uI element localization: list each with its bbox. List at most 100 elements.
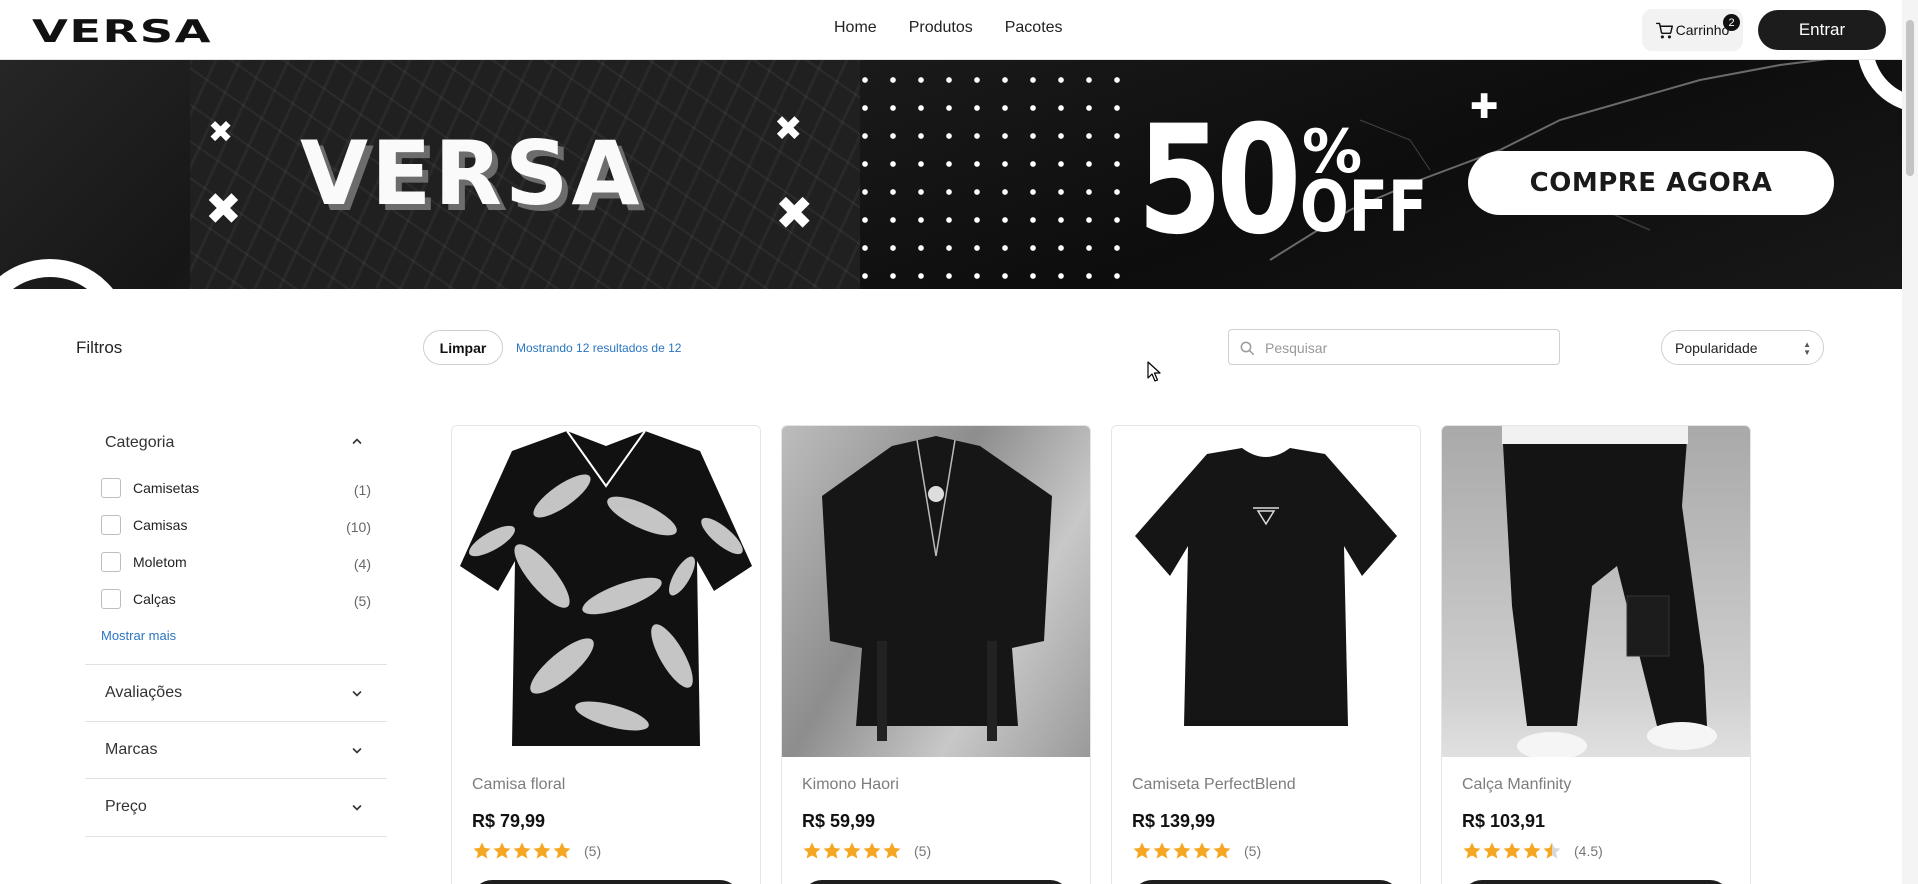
category-list: Camisetas (1) Camisas (10) Moletom (4) C… [101, 474, 371, 622]
main-nav: Home Produtos Pacotes [834, 19, 1063, 37]
buy-now-button[interactable]: COMPRE AGORA [1468, 151, 1834, 215]
rating-count: (5) [914, 843, 932, 859]
show-more-link[interactable]: Mostrar mais [101, 628, 176, 643]
chevron-down-icon [352, 805, 362, 811]
product-image[interactable] [452, 426, 760, 757]
category-item-calcas[interactable]: Calças (5) [101, 585, 371, 622]
sort-selected-value: Popularidade [1675, 339, 1758, 356]
filter-section-marcas[interactable]: Marcas [85, 721, 387, 778]
product-name[interactable]: Kimono Haori [802, 776, 899, 794]
ring-decoration-right [1858, 60, 1902, 109]
star-icon [493, 842, 511, 859]
search-input[interactable] [1265, 337, 1550, 359]
product-image[interactable] [1442, 426, 1750, 757]
add-to-cart-button[interactable] [1462, 880, 1730, 884]
chevron-up-icon[interactable] [350, 434, 364, 448]
chevron-down-icon [352, 748, 362, 754]
search-box[interactable] [1228, 329, 1560, 365]
filter-section-label: Marcas [105, 741, 158, 758]
star-icon [863, 842, 881, 859]
category-item-moletom[interactable]: Moletom (4) [101, 548, 371, 585]
nav-home[interactable]: Home [834, 19, 877, 37]
dots-pattern [845, 60, 1127, 289]
plus-decoration: ✚ [1470, 87, 1499, 127]
cart-button[interactable]: Carrinho 2 [1642, 9, 1743, 51]
category-checkbox[interactable] [101, 589, 121, 609]
scrollbar-thumb[interactable] [1906, 20, 1914, 176]
filter-section-label: Preço [105, 798, 147, 815]
star-icon [803, 842, 821, 859]
product-image[interactable] [782, 426, 1090, 757]
product-rating: (4.5) [1462, 841, 1603, 861]
promo-banner[interactable]: ✖ ✖ ✖ ✖ ✚ VERSA 50 % OFF COMPRE AGORA [0, 60, 1902, 289]
rating-count: (5) [584, 843, 602, 859]
product-price: R$ 139,99 [1132, 811, 1216, 831]
category-item-camisas[interactable]: Camisas (10) [101, 511, 371, 548]
category-item-camisetas[interactable]: Camisetas (1) [101, 474, 371, 511]
rating-count: (4.5) [1574, 843, 1603, 859]
star-icon [1193, 842, 1211, 859]
login-button[interactable]: Entrar [1758, 10, 1886, 50]
category-label: Camisas [133, 517, 188, 533]
star-icon [513, 842, 531, 859]
category-count: (4) [353, 556, 371, 572]
results-count: Mostrando 12 resultados de 12 [516, 341, 682, 355]
product-price: R$ 79,99 [472, 811, 546, 831]
category-label: Moletom [133, 554, 187, 570]
cross-decoration: ✖ [774, 109, 803, 149]
sidebar-divider [85, 836, 387, 837]
product-price: R$ 103,91 [1462, 811, 1546, 831]
cart-label: Carrinho [1675, 22, 1730, 38]
category-label: Calças [133, 591, 176, 607]
product-name[interactable]: Camiseta PerfectBlend [1132, 776, 1296, 794]
rating-count: (5) [1244, 843, 1262, 859]
star-icon [1463, 842, 1481, 859]
star-icon [883, 842, 901, 859]
product-card[interactable]: Camisa floral R$ 79,99 (5) [451, 425, 761, 884]
clear-filters-button[interactable]: Limpar [423, 330, 503, 365]
category-checkbox[interactable] [101, 515, 121, 535]
star-icon [533, 842, 551, 859]
star-icon [1173, 842, 1191, 859]
product-name[interactable]: Calça Manfinity [1462, 776, 1571, 794]
cross-decoration: ✖ [205, 184, 242, 235]
cart-icon [1655, 22, 1673, 38]
product-card[interactable]: Camiseta PerfectBlend R$ 139,99 (5) [1111, 425, 1421, 884]
star-icon [1133, 842, 1151, 859]
sort-select[interactable]: Popularidade ▲ ▼ [1661, 330, 1824, 365]
category-checkbox[interactable] [101, 552, 121, 572]
product-image[interactable] [1112, 426, 1420, 757]
product-name[interactable]: Camisa floral [472, 776, 565, 794]
page-scrollbar[interactable] [1902, 0, 1918, 884]
nav-pacotes[interactable]: Pacotes [1005, 19, 1063, 37]
product-rating: (5) [472, 841, 601, 861]
nav-produtos[interactable]: Produtos [909, 19, 973, 37]
star-icon [473, 842, 491, 859]
add-to-cart-button[interactable] [472, 880, 740, 884]
cross-decoration: ✖ [208, 115, 234, 150]
star-icon [1153, 842, 1171, 859]
product-card[interactable]: Kimono Haori R$ 59,99 (5) [781, 425, 1091, 884]
star-icon [1523, 842, 1541, 859]
mouse-cursor-icon [1147, 361, 1161, 382]
category-count: (5) [353, 593, 371, 609]
versa-logo[interactable]: VERSA [32, 13, 214, 47]
star-icon [1483, 842, 1501, 859]
product-card[interactable]: Calça Manfinity R$ 103,91 (4.5) [1441, 425, 1751, 884]
banner-brand: VERSA [300, 122, 643, 225]
category-title[interactable]: Categoria [105, 434, 174, 452]
product-price: R$ 59,99 [802, 811, 876, 831]
search-icon [1240, 341, 1255, 356]
filter-section-avaliacoes[interactable]: Avaliações [85, 664, 387, 721]
add-to-cart-button[interactable] [802, 880, 1070, 884]
filter-section-preco[interactable]: Preço [85, 778, 387, 835]
star-icon [1503, 842, 1521, 859]
ring-decoration-left [0, 259, 113, 289]
filters-title: Filtros [76, 338, 123, 357]
category-label: Camisetas [133, 480, 200, 496]
add-to-cart-button[interactable] [1132, 880, 1400, 884]
category-checkbox[interactable] [101, 478, 121, 498]
top-header: VERSA Home Produtos Pacotes Carrinho 2 E… [0, 0, 1902, 60]
star-icon [843, 842, 861, 859]
star-icon [553, 842, 571, 859]
